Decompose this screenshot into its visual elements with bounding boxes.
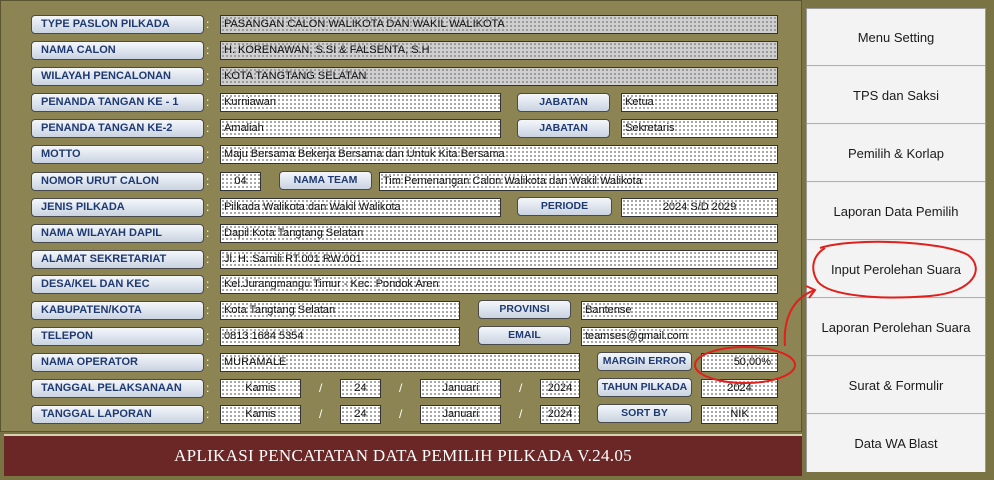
label-email: EMAIL [478, 326, 571, 345]
label-penanda-tangan-1: PENANDA TANGAN KE - 1 [31, 93, 204, 112]
separator: : [206, 174, 210, 188]
date-slash: / [519, 381, 523, 395]
pelaksanaan-day-field[interactable]: Kamis [220, 379, 301, 398]
kabupaten-kota-field[interactable]: Kota Tangtang Selatan [220, 301, 460, 320]
label-telepon: TELEPON [31, 327, 204, 346]
laporan-day-field[interactable]: Kamis [220, 405, 301, 424]
laporan-date-field[interactable]: 24 [340, 405, 381, 424]
date-slash: / [519, 407, 523, 421]
separator: : [206, 381, 210, 395]
label-tanggal-laporan: TANGGAL LAPORAN [31, 405, 204, 424]
separator: : [206, 17, 210, 31]
label-sort-by: SORT BY [597, 404, 692, 423]
separator: : [206, 407, 210, 421]
label-desa-kel-kec: DESA/KEL DAN KEC [31, 275, 204, 294]
label-kabupaten-kota: KABUPATEN/KOTA [31, 301, 204, 320]
label-nama-operator: NAMA OPERATOR [31, 353, 204, 372]
sort-by-field[interactable]: NIK [701, 405, 778, 424]
label-jenis-pilkada: JENIS PILKADA [31, 198, 204, 217]
separator: : [206, 43, 210, 57]
periode-field[interactable]: 2024 S/D 2029 [621, 198, 778, 217]
nama-operator-field[interactable]: MURAMALE [220, 353, 580, 372]
label-wilayah-pencalonan: WILAYAH PENCALONAN [31, 67, 204, 86]
label-tanggal-pelaksanaan: TANGGAL PELAKSANAAN [31, 379, 204, 398]
separator: : [206, 226, 210, 240]
label-jabatan-2: JABATAN [517, 119, 610, 138]
separator: : [206, 200, 210, 214]
separator: : [206, 329, 210, 343]
surat-formulir-button[interactable]: Surat & Formulir [807, 357, 985, 414]
separator: : [206, 303, 210, 317]
date-slash: / [319, 381, 323, 395]
separator: : [206, 147, 210, 161]
label-tahun-pilkada: TAHUN PILKADA [597, 378, 692, 397]
label-nama-calon: NAMA CALON [31, 41, 204, 60]
input-perolehan-suara-button[interactable]: Input Perolehan Suara [807, 241, 985, 298]
pelaksanaan-date-field[interactable]: 24 [340, 379, 381, 398]
label-jabatan-1: JABATAN [517, 93, 610, 112]
pelaksanaan-month-field[interactable]: Januari [420, 379, 501, 398]
laporan-data-pemilih-button[interactable]: Laporan Data Pemilih [807, 183, 985, 240]
date-slash: / [319, 407, 323, 421]
side-menu: Menu Setting TPS dan Saksi Pemilih & Kor… [806, 8, 986, 472]
laporan-month-field[interactable]: Januari [420, 405, 501, 424]
menu-setting-button[interactable]: Menu Setting [807, 9, 985, 66]
laporan-perolehan-suara-button[interactable]: Laporan Perolehan Suara [807, 299, 985, 356]
label-nomor-urut: NOMOR URUT CALON [31, 172, 204, 191]
separator: : [206, 121, 210, 135]
label-type-paslon: TYPE PASLON PILKADA [31, 15, 204, 34]
date-slash: / [399, 381, 403, 395]
margin-error-field[interactable]: 50,00% [701, 353, 778, 372]
app-title-banner: APLIKASI PENCATATAN DATA PEMILIH PILKADA… [4, 434, 802, 476]
separator: : [206, 95, 210, 109]
penanda-tangan-2-field[interactable]: Amaliah [220, 119, 501, 138]
label-provinsi: PROVINSI [478, 300, 571, 319]
pelaksanaan-year-field[interactable]: 2024 [540, 379, 580, 398]
desa-kel-kec-field[interactable]: Kel.Jurangmangu Timur - Kec. Pondok Aren [220, 275, 778, 294]
pemilih-korlap-button[interactable]: Pemilih & Korlap [807, 125, 985, 182]
label-nama-team: NAMA TEAM [279, 171, 372, 190]
label-motto: MOTTO [31, 145, 204, 164]
email-field[interactable]: teamses@gmail.com [581, 327, 778, 346]
telepon-field[interactable]: 0813 1684 5354 [220, 327, 460, 346]
nomor-urut-field[interactable]: 04 [220, 172, 261, 191]
penanda-tangan-1-field[interactable]: Kurniawan [220, 93, 501, 112]
tahun-pilkada-field[interactable]: 2024 [701, 379, 778, 398]
laporan-year-field[interactable]: 2024 [540, 405, 580, 424]
alamat-sekretariat-field[interactable]: Jl. H. Samili RT.001 RW.001 [220, 250, 778, 269]
wilayah-pencalonan-field[interactable]: KOTA TANGTANG SELATAN [220, 67, 778, 86]
nama-wilayah-dapil-field[interactable]: Dapil Kota Tangtang Selatan [220, 224, 778, 243]
provinsi-field[interactable]: Bantense [581, 301, 778, 320]
separator: : [206, 252, 210, 266]
separator: : [206, 277, 210, 291]
motto-field[interactable]: Maju Bersama Bekerja Bersama dan Untuk K… [220, 145, 778, 164]
jabatan-2-field[interactable]: Sekretaris [621, 119, 778, 138]
separator: : [206, 355, 210, 369]
label-periode: PERIODE [517, 197, 612, 216]
tps-dan-saksi-button[interactable]: TPS dan Saksi [807, 67, 985, 124]
jabatan-1-field[interactable]: Ketua [621, 93, 778, 112]
separator: : [206, 69, 210, 83]
label-margin-error: MARGIN ERROR [597, 352, 692, 371]
label-nama-wilayah-dapil: NAMA WILAYAH DAPIL [31, 224, 204, 243]
nama-calon-field[interactable]: H. KORENAWAN, S.SI & FALSENTA, S.H [220, 41, 778, 60]
jenis-pilkada-field[interactable]: Pilkada Walikota dan Wakil Walikota [220, 198, 501, 217]
nama-team-field[interactable]: Tim Pemenangan Calon Walikota dan Wakil … [379, 172, 778, 191]
date-slash: / [399, 407, 403, 421]
label-penanda-tangan-2: PENANDA TANGAN KE-2 [31, 119, 204, 138]
type-paslon-field[interactable]: PASANGAN CALON WALIKOTA DAN WAKIL WALIKO… [220, 15, 778, 34]
form-panel: TYPE PASLON PILKADA : PASANGAN CALON WAL… [0, 0, 802, 432]
data-wa-blast-button[interactable]: Data WA Blast [807, 415, 985, 472]
label-alamat-sekretariat: ALAMAT SEKRETARIAT [31, 250, 204, 269]
